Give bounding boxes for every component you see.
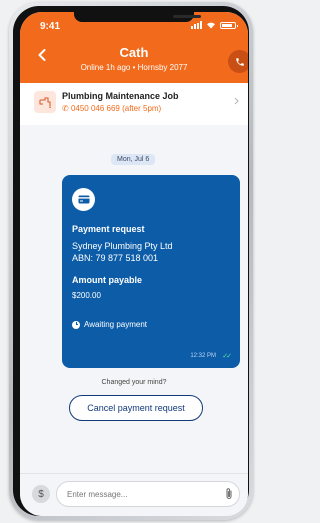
signal-icon bbox=[191, 21, 202, 29]
amount-payable-label: Amount payable bbox=[72, 275, 143, 285]
phone-icon bbox=[235, 57, 244, 66]
payment-status: Awaiting payment bbox=[72, 320, 147, 329]
date-separator: Mon, Jul 6 bbox=[111, 154, 156, 165]
wifi-icon bbox=[207, 22, 215, 29]
payment-status-text: Awaiting payment bbox=[84, 320, 147, 329]
job-phone[interactable]: ✆ 0450 046 669 (after 5pm) bbox=[62, 104, 161, 113]
paperclip-icon[interactable] bbox=[225, 487, 233, 505]
call-button[interactable] bbox=[228, 50, 248, 73]
phone-screen: 9:41 Cath Online 1h ago • Hornsby 2077 P… bbox=[20, 12, 248, 516]
changed-mind-text: Changed your mind? bbox=[101, 379, 167, 386]
message-time: 12:32 PM bbox=[190, 353, 216, 359]
contact-name: Cath bbox=[119, 45, 149, 60]
amount-payable-value: $200.00 bbox=[72, 291, 101, 300]
job-phone-number: 0450 046 669 (after 5pm) bbox=[70, 104, 162, 113]
battery-icon bbox=[220, 21, 238, 29]
notch bbox=[74, 12, 201, 22]
cancel-payment-request-button[interactable]: Cancel payment request bbox=[69, 395, 203, 421]
speaker bbox=[173, 15, 201, 18]
job-bar[interactable]: Plumbing Maintenance Job ✆ 0450 046 669 … bbox=[20, 83, 248, 126]
read-receipt-icon: ✓✓ bbox=[222, 353, 232, 360]
business-name: Sydney Plumbing Pty Ltd bbox=[72, 241, 173, 251]
status-time: 9:41 bbox=[40, 21, 61, 32]
phone-small-icon: ✆ bbox=[62, 104, 69, 113]
credit-card-icon bbox=[72, 188, 95, 211]
clock-icon bbox=[72, 320, 80, 329]
chevron-right-icon bbox=[234, 97, 239, 108]
job-title: Plumbing Maintenance Job bbox=[62, 91, 179, 101]
payment-request-title: Payment request bbox=[72, 224, 145, 234]
contact-status: Online 1h ago • Hornsby 2077 bbox=[80, 63, 188, 72]
business-abn: ABN: 79 877 518 001 bbox=[72, 253, 159, 263]
plumbing-icon bbox=[34, 91, 56, 113]
phone-frame: 9:41 Cath Online 1h ago • Hornsby 2077 P… bbox=[9, 2, 253, 520]
message-composer: $ bbox=[20, 473, 248, 516]
dollar-icon[interactable]: $ bbox=[32, 485, 50, 503]
chat-header: 9:41 Cath Online 1h ago • Hornsby 2077 bbox=[20, 12, 248, 83]
message-input[interactable] bbox=[56, 481, 240, 507]
chat-area[interactable]: Mon, Jul 6 Payment request Sydney Plumbi… bbox=[20, 125, 248, 473]
status-icons bbox=[191, 21, 238, 29]
payment-request-message: Payment request Sydney Plumbing Pty Ltd … bbox=[62, 175, 240, 368]
